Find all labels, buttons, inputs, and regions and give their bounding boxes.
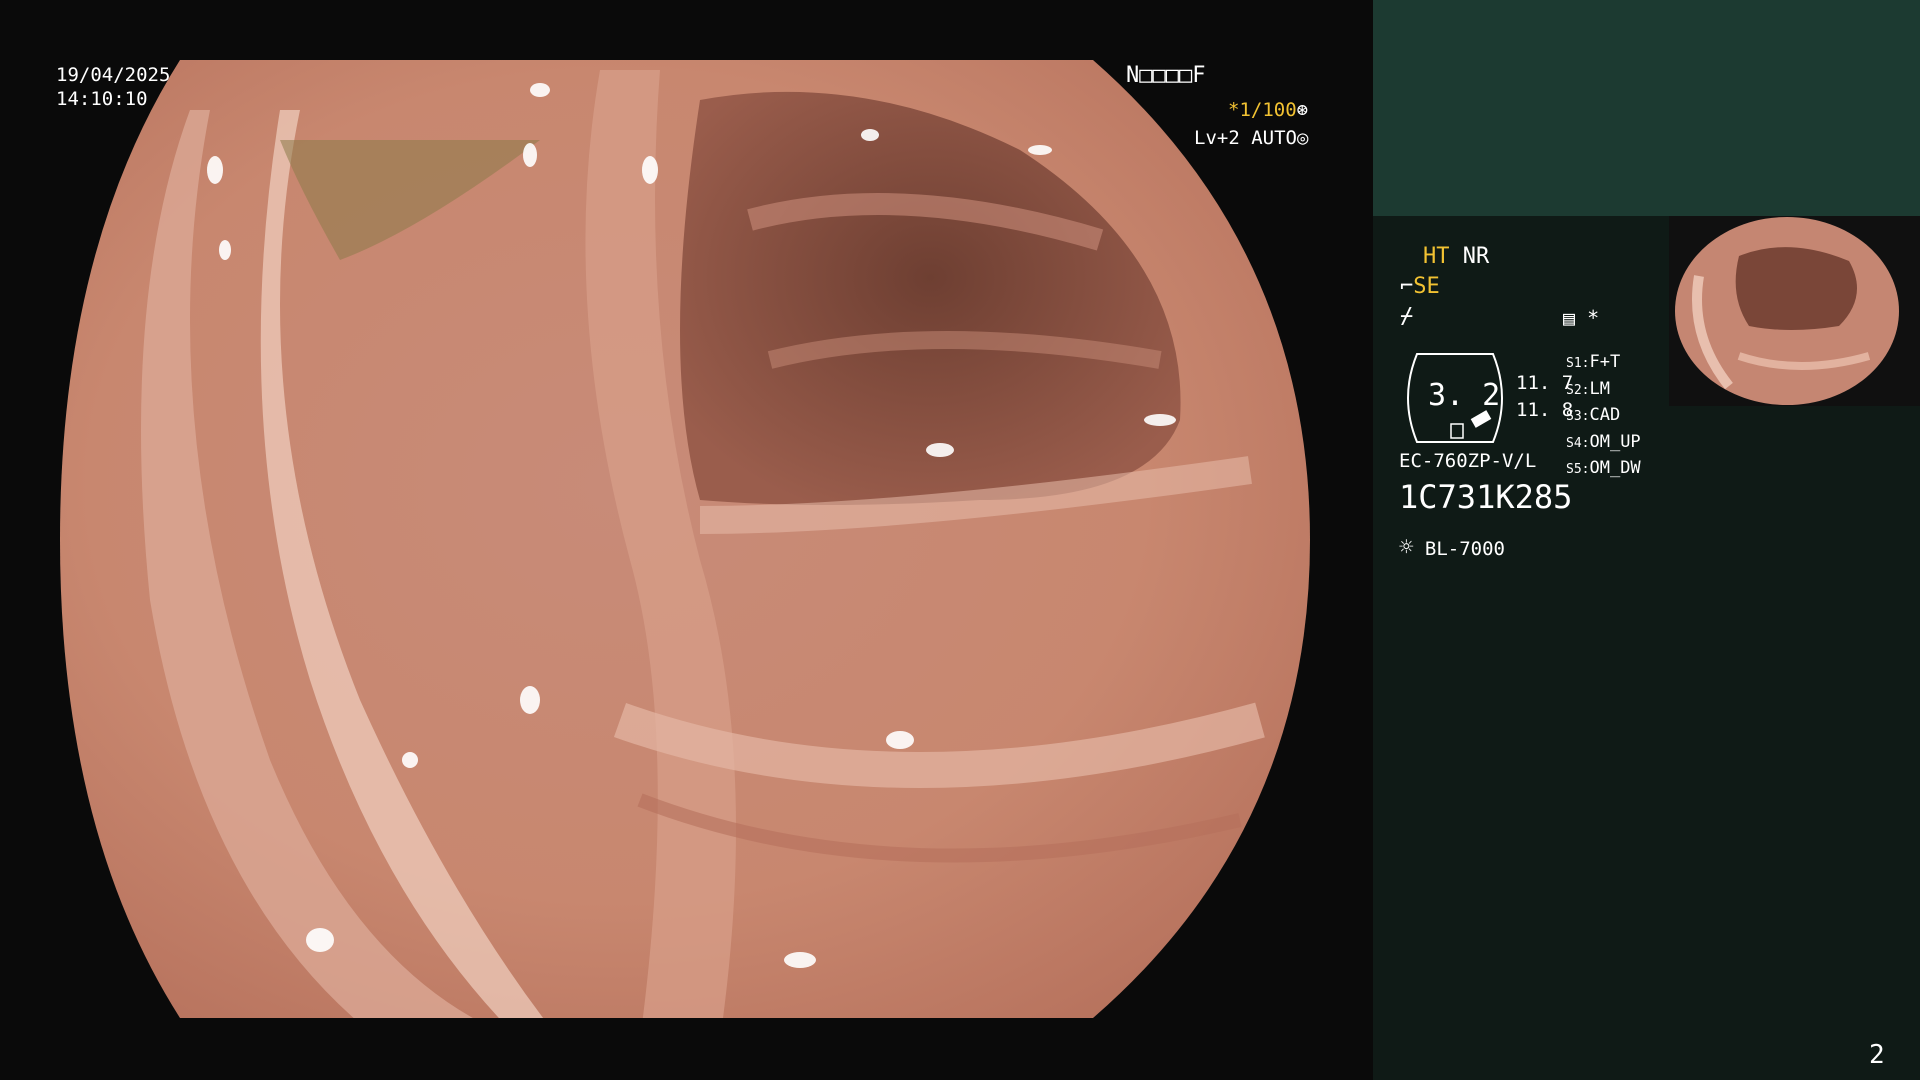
setting-s4: S4:OM_UP — [1566, 431, 1641, 452]
exam-date: 19/04/2025 — [56, 64, 171, 86]
thumbnail-image — [1669, 216, 1920, 415]
zoom-value: 3. 2 — [1428, 378, 1501, 413]
reading-1: 11. 7 — [1516, 372, 1574, 394]
exam-time: 14:10:10 — [56, 88, 148, 110]
endoscope-view: 19/04/2025 14:10:10 N□□□□F *1/100⊛ Lv+2 … — [0, 0, 1373, 1080]
memo-row: ▤ * — [1563, 306, 1600, 330]
shutter-speed: *1/100⊛ — [1228, 99, 1309, 121]
aperture-icon: ⊛ — [1296, 99, 1309, 121]
scope-serial: 1C731K285 — [1399, 478, 1573, 516]
side-panel: HT NR ⌐SE ⌿ ▤ * 3. 2 11. 7 11. 8 S1:F+T … — [1373, 0, 1920, 1080]
settings-list: S1:F+T S2:LM S3:CAD S4:OM_UP S5:OM_DW — [1566, 350, 1641, 483]
image-thumbnail[interactable] — [1669, 216, 1920, 415]
mode-code: N□□□□F — [1126, 63, 1206, 88]
setting-s3: S3:CAD — [1566, 405, 1621, 425]
endoscopy-image — [60, 60, 1310, 1018]
setting-s1: S1:F+T — [1566, 352, 1621, 372]
setting-s5: S5:OM_DW — [1566, 458, 1641, 478]
setting-s2: S2:LM — [1566, 378, 1610, 399]
exposure-level: Lv+2 AUTO◎ — [1194, 127, 1309, 149]
panel-header — [1373, 0, 1920, 216]
light-source: ☼ BL-7000 — [1399, 533, 1505, 561]
reading-2: 11. 8 — [1516, 399, 1574, 421]
ht-nr-row: HT NR — [1423, 244, 1490, 269]
scope-bend-icon: ⌐ — [1400, 274, 1414, 299]
light-bulb-icon: ☼ — [1399, 533, 1414, 561]
scope-model: EC-760ZP-V/L — [1399, 450, 1537, 472]
target-icon: ◎ — [1296, 127, 1309, 149]
flash-slash-icon: ⌿ — [1400, 304, 1414, 329]
document-icon: ▤ — [1563, 306, 1576, 330]
page-number: 2 — [1869, 1040, 1885, 1070]
se-row: ⌐SE — [1400, 274, 1440, 299]
